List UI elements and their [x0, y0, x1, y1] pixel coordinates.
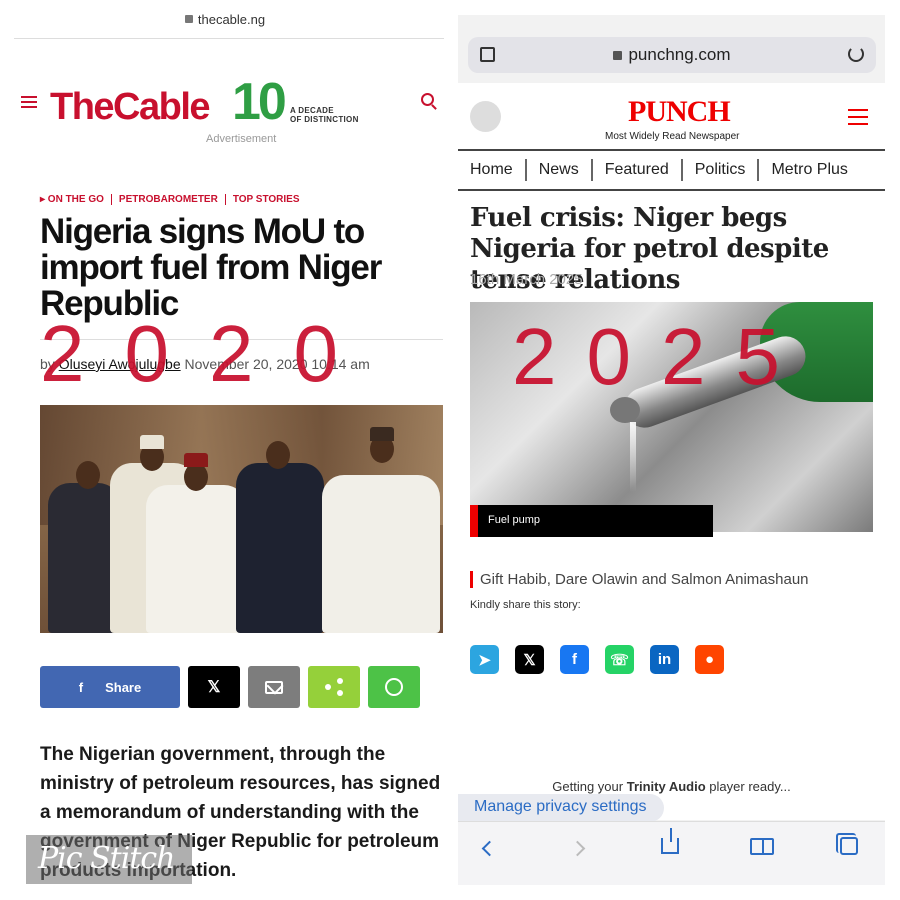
telegram-icon[interactable]: ➤ [470, 645, 499, 674]
logo-text: TheCable [50, 86, 211, 128]
url-text: punchng.com [628, 45, 731, 64]
generic-share-button[interactable] [308, 666, 360, 708]
url-text: thecable.ng [197, 12, 266, 27]
url-display: punchng.com [468, 45, 876, 65]
lock-icon [613, 51, 623, 60]
email-share-button[interactable] [248, 666, 300, 708]
address-bar[interactable]: thecable.ng [0, 12, 450, 27]
nav-politics[interactable]: Politics [683, 159, 760, 181]
punch-tagline: Most Widely Read Newspaper [605, 131, 740, 142]
facebook-icon[interactable]: f [560, 645, 589, 674]
publish-date: 16th March 2025 [470, 271, 583, 288]
x-icon[interactable]: 𝕏 [515, 645, 544, 674]
browser-toolbar [458, 821, 885, 885]
article-headline: Nigeria signs MoU to import fuel from Ni… [40, 212, 382, 323]
category-petrobarometer[interactable]: PETROBAROMETER [119, 194, 218, 205]
x-share-button[interactable]: 𝕏 [188, 666, 240, 708]
share-prompt: Kindly share this story: [470, 599, 581, 611]
x-icon: 𝕏 [207, 679, 221, 696]
trinity-suffix: player ready... [705, 779, 791, 794]
punch-page: PUNCH Most Widely Read Newspaper Home Ne… [458, 83, 885, 822]
whatsapp-icon[interactable]: ☏ [605, 645, 634, 674]
avatar[interactable] [470, 101, 501, 132]
facebook-icon: f [78, 679, 84, 695]
social-share-row: ➤ 𝕏 f ☏ in ● [470, 645, 724, 674]
category-top-stories[interactable]: TOP STORIES [233, 194, 300, 205]
nav-featured[interactable]: Featured [593, 159, 683, 181]
nav-news[interactable]: News [527, 159, 593, 181]
reload-icon[interactable] [848, 46, 864, 62]
watermark-text: Pic Stitch [38, 841, 175, 876]
nav-home[interactable]: Home [458, 159, 527, 181]
linkedin-icon[interactable]: in [650, 645, 679, 674]
back-icon[interactable] [481, 840, 498, 857]
decade-tagline: A DECADE OF DISTINCTION [290, 106, 359, 124]
bookmarks-icon[interactable] [750, 838, 774, 855]
share-icon[interactable] [661, 828, 679, 854]
pic-stitch-watermark: Pic Stitch [26, 835, 192, 884]
decade-line-2: OF DISTINCTION [290, 115, 359, 124]
category-tags: ▸ ON THE GO PETROBAROMETER TOP STORIES [40, 194, 300, 205]
main-nav: Home News Featured Politics Metro Plus [458, 149, 885, 191]
whatsapp-icon [385, 678, 403, 696]
thecable-logo[interactable]: TheCable [50, 86, 211, 129]
decade-badge: 10 [232, 72, 287, 132]
privacy-settings-button[interactable]: Manage privacy settings [458, 794, 664, 822]
trinity-brand: Trinity Audio [626, 779, 706, 794]
menu-icon[interactable] [848, 109, 868, 130]
punch-screenshot: punchng.com PUNCH Most Widely Read Newsp… [458, 15, 885, 885]
audio-player-status: Getting your Trinity Audio player ready.… [458, 779, 885, 794]
year-overlay: 2020 [40, 309, 378, 398]
tabs-icon[interactable] [836, 833, 858, 855]
advertisement-label: Advertisement [206, 133, 277, 145]
decade-number: 10 [232, 73, 287, 131]
facebook-share-button[interactable]: f Share [40, 666, 180, 708]
decade-line-1: A DECADE [290, 106, 334, 115]
address-bar[interactable]: punchng.com [468, 37, 876, 73]
search-icon[interactable] [421, 93, 434, 106]
nav-metro-plus[interactable]: Metro Plus [759, 159, 859, 181]
divider [14, 38, 444, 39]
year-overlay: 2025 [512, 312, 810, 401]
share-bar: f Share 𝕏 [40, 666, 420, 708]
facebook-share-label: Share [105, 679, 142, 695]
forward-icon[interactable] [569, 840, 586, 857]
reddit-icon[interactable]: ● [695, 645, 724, 674]
punch-logo[interactable]: PUNCH [628, 95, 731, 129]
trinity-prefix: Getting your [552, 779, 627, 794]
article-photo [40, 405, 443, 633]
article-authors: Gift Habib, Dare Olawin and Salmon Anima… [470, 571, 809, 588]
category-on-the-go[interactable]: ▸ ON THE GO [40, 194, 104, 205]
image-caption: Fuel pump [470, 505, 713, 537]
divider [224, 194, 226, 205]
email-icon [265, 680, 283, 694]
lock-icon [184, 15, 193, 23]
thecable-screenshot: thecable.ng TheCable 10 A DECADE OF DIST… [0, 0, 450, 900]
menu-icon[interactable] [21, 96, 37, 108]
divider [110, 194, 112, 205]
share-icon [325, 678, 343, 696]
whatsapp-share-button[interactable] [368, 666, 420, 708]
